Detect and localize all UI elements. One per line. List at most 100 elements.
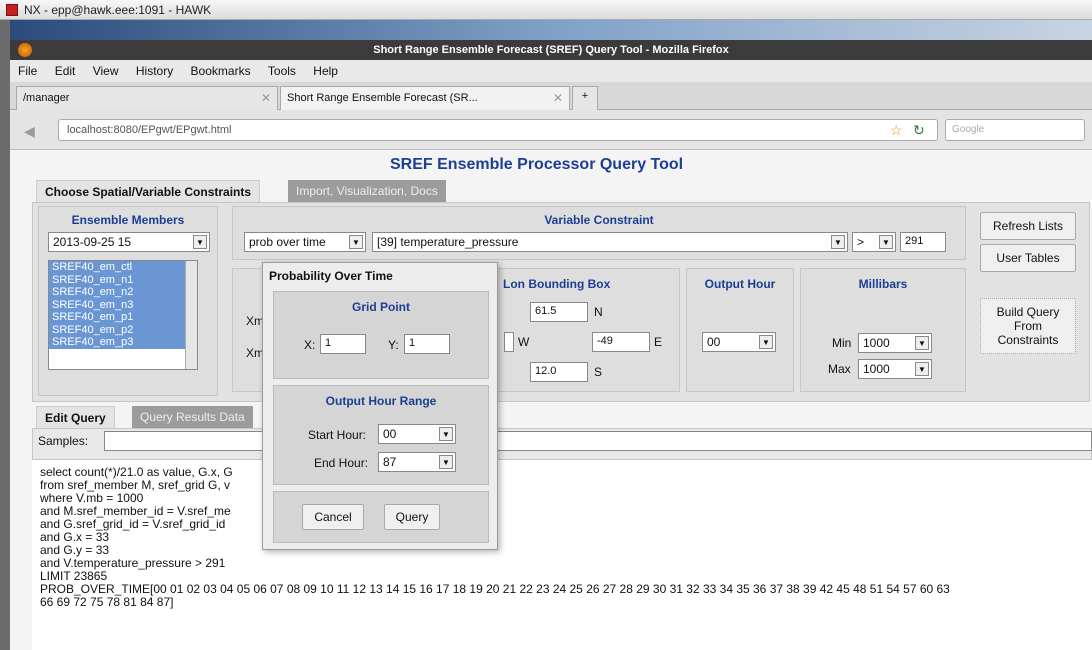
tab-label: /manager: [23, 92, 70, 104]
start-hour-select[interactable]: 00 ▼: [378, 424, 456, 444]
operator-select[interactable]: > ▼: [852, 232, 896, 252]
end-hour-select[interactable]: 87 ▼: [378, 452, 456, 472]
refresh-lists-button[interactable]: Refresh Lists: [980, 212, 1076, 240]
min-label: Min: [832, 336, 852, 350]
grid-point-header: Grid Point: [352, 300, 410, 314]
close-tab-icon[interactable]: ✕: [261, 91, 271, 105]
list-item[interactable]: SREF40_em_p2: [49, 323, 185, 336]
nx-app-icon: [6, 4, 18, 16]
bbox-header: Lon Bounding Box: [503, 277, 611, 291]
ensemble-date-select[interactable]: 2013-09-25 15 ▼: [48, 232, 210, 252]
min-millibar-value: 1000: [863, 336, 890, 350]
list-item[interactable]: SREF40_em_ctl: [49, 261, 185, 274]
navigation-bar: ◀ localhost:8080/EPgwt/EPgwt.html ☆ ↻ Go…: [10, 110, 1092, 150]
operator-value: >: [857, 235, 865, 249]
url-field[interactable]: localhost:8080/EPgwt/EPgwt.html: [58, 119, 938, 141]
query-line: from sref_member M, sref_grid G, v: [40, 478, 231, 492]
reload-icon[interactable]: ↻: [913, 122, 925, 139]
y-label: Y:: [388, 338, 399, 352]
back-arrow-icon[interactable]: ◀: [24, 123, 35, 140]
new-tab-button[interactable]: +: [572, 86, 598, 110]
start-hour-value: 00: [383, 427, 397, 441]
probability-over-time-dialog: Probability Over Time Grid Point X: 1 Y:…: [262, 262, 498, 550]
bookmark-star-icon[interactable]: ☆: [890, 122, 903, 139]
nx-title-bar: NX - epp@hawk.eee:1091 - HAWK: [0, 0, 1092, 20]
tab-query-results[interactable]: Query Results Data: [132, 406, 253, 428]
max-millibar-select[interactable]: 1000 ▼: [858, 359, 932, 379]
west-input[interactable]: [504, 332, 514, 352]
page-title: SREF Ensemble Processor Query Tool: [390, 156, 684, 173]
menu-view[interactable]: View: [93, 64, 119, 78]
tab-spatial-constraints[interactable]: Choose Spatial/Variable Constraints: [36, 180, 261, 202]
samples-input[interactable]: [104, 431, 1092, 451]
grid-point-box: Grid Point X: 1 Y: 1: [273, 291, 489, 379]
ensemble-member-list[interactable]: SREF40_em_ctl SREF40_em_n1 SREF40_em_n2 …: [48, 260, 198, 370]
south-input[interactable]: 12.0: [530, 362, 588, 382]
tab-manager[interactable]: /manager ✕: [16, 86, 278, 110]
browser-window-title: Short Range Ensemble Forecast (SREF) Que…: [373, 44, 729, 56]
list-item[interactable]: SREF40_em_n1: [49, 273, 185, 286]
min-millibar-select[interactable]: 1000 ▼: [858, 333, 932, 353]
browser-tab-bar: /manager ✕ Short Range Ensemble Forecast…: [10, 82, 1092, 110]
output-hour-select[interactable]: 00 ▼: [702, 332, 776, 352]
chevron-down-icon: ▼: [915, 336, 929, 350]
variable-select[interactable]: [39] temperature_pressure ▼: [372, 232, 848, 252]
west-label: W: [518, 335, 530, 349]
search-field[interactable]: Google: [945, 119, 1085, 141]
end-hour-label: End Hour:: [314, 456, 369, 470]
max-label: Max: [828, 362, 851, 376]
chevron-down-icon: ▼: [439, 455, 453, 469]
south-label: S: [594, 365, 603, 379]
tab-sref[interactable]: Short Range Ensemble Forecast (SR... ✕: [280, 86, 570, 110]
millibars-header: Millibars: [858, 277, 908, 291]
list-scrollbar[interactable]: [185, 261, 197, 369]
menu-file[interactable]: File: [18, 64, 37, 78]
north-input[interactable]: 61.5: [530, 302, 588, 322]
cancel-button[interactable]: Cancel: [302, 504, 364, 530]
list-item[interactable]: SREF40_em_p1: [49, 311, 185, 324]
menu-history[interactable]: History: [136, 64, 173, 78]
query-line: PROB_OVER_TIME[00 01 02 03 04 05 06 07 0…: [40, 582, 950, 596]
ensemble-date-value: 2013-09-25 15: [53, 235, 132, 249]
ensemble-header: Ensemble Members: [71, 213, 185, 227]
build-query-button[interactable]: Build Query From Constraints: [980, 298, 1076, 354]
list-item[interactable]: SREF40_em_p3: [49, 336, 185, 349]
function-value: prob over time: [249, 235, 326, 249]
chevron-down-icon: ▼: [915, 362, 929, 376]
query-line: and V.temperature_pressure > 291: [40, 556, 226, 570]
dialog-button-box: Cancel Query: [273, 491, 489, 543]
tab-label: Short Range Ensemble Forecast (SR...: [287, 92, 478, 104]
variable-value: [39] temperature_pressure: [377, 235, 519, 249]
user-tables-button[interactable]: User Tables: [980, 244, 1076, 272]
menu-edit[interactable]: Edit: [55, 64, 76, 78]
east-input[interactable]: -49: [592, 332, 650, 352]
query-editor[interactable]: select count(*)/21.0 as value, G.x, G fr…: [32, 460, 1092, 650]
chevron-down-icon: ▼: [879, 235, 893, 249]
grid-y-input[interactable]: 1: [404, 334, 450, 354]
list-item[interactable]: SREF40_em_n3: [49, 298, 185, 311]
desktop-strip: [10, 20, 1092, 40]
list-item[interactable]: SREF40_em_n2: [49, 286, 185, 299]
function-select[interactable]: prob over time ▼: [244, 232, 366, 252]
desktop-edge: [0, 20, 10, 650]
page-content: SREF Ensemble Processor Query Tool Choos…: [10, 150, 1092, 650]
query-line: 66 69 72 75 78 81 84 87]: [40, 595, 174, 609]
max-millibar-value: 1000: [863, 362, 890, 376]
constraint-value-input[interactable]: 291: [900, 232, 946, 252]
tab-import-visualization[interactable]: Import, Visualization, Docs: [288, 180, 446, 202]
menu-help[interactable]: Help: [313, 64, 338, 78]
tab-edit-query[interactable]: Edit Query: [36, 406, 115, 428]
grid-x-input[interactable]: 1: [320, 334, 366, 354]
samples-label: Samples:: [38, 434, 89, 448]
menu-bookmarks[interactable]: Bookmarks: [191, 64, 251, 78]
north-label: N: [594, 305, 603, 319]
nx-window-title: NX - epp@hawk.eee:1091 - HAWK: [24, 3, 212, 17]
menu-tools[interactable]: Tools: [268, 64, 296, 78]
output-hour-range-header: Output Hour Range: [325, 394, 437, 408]
menu-bar: File Edit View History Bookmarks Tools H…: [10, 60, 1092, 82]
close-tab-icon[interactable]: ✕: [553, 91, 563, 105]
output-hour-header: Output Hour: [704, 277, 776, 291]
query-button[interactable]: Query: [384, 504, 440, 530]
output-hour-range-box: Output Hour Range Start Hour: 00 ▼ End H…: [273, 385, 489, 485]
x-label: X:: [304, 338, 316, 352]
